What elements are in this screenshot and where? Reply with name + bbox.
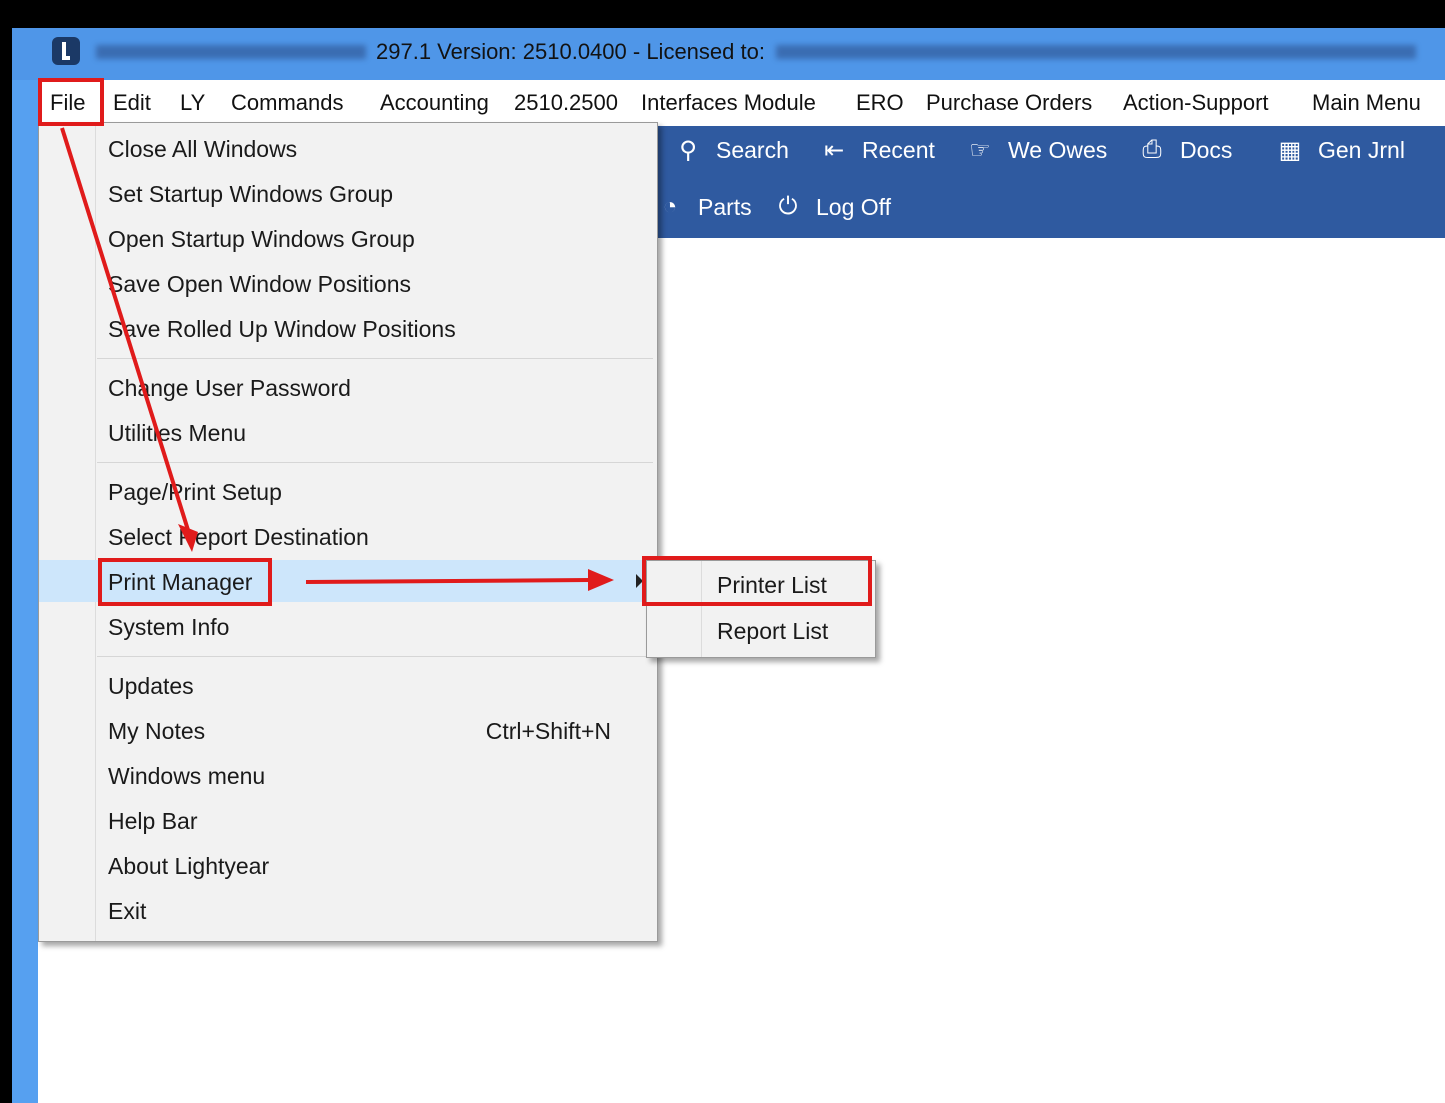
menu-item-label: Set Startup Windows Group bbox=[108, 181, 394, 207]
menu-item-label: Windows menu bbox=[108, 763, 266, 789]
toolbar-search-button[interactable]: ⚲ Search bbox=[674, 136, 789, 165]
menu-action-support[interactable]: Action-Support bbox=[1123, 90, 1269, 116]
menu-item-select-report-destination[interactable]: Select Report Destination bbox=[39, 515, 657, 557]
journal-icon: ▦ bbox=[1278, 137, 1302, 164]
submenu-item-report-list[interactable]: Report List bbox=[647, 609, 875, 653]
redacted-text bbox=[96, 45, 366, 59]
toolbar-docs-button[interactable]: ⎙ Docs bbox=[1138, 136, 1232, 164]
toolbar-label: Log Off bbox=[816, 193, 892, 220]
menu-item-about-lightyear[interactable]: About Lightyear bbox=[39, 844, 657, 886]
menu-item-shortcut: Ctrl+Shift+N bbox=[485, 718, 611, 744]
recent-icon: ⇤ bbox=[823, 137, 845, 164]
menu-commands[interactable]: Commands bbox=[231, 90, 343, 116]
menu-item-label: Open Startup Windows Group bbox=[108, 226, 415, 252]
menu-item-label: Select Report Destination bbox=[108, 524, 369, 550]
menu-item-system-info[interactable]: System Info bbox=[39, 605, 657, 647]
toolbar-label: We Owes bbox=[1008, 137, 1108, 163]
redacted-text bbox=[776, 45, 1416, 59]
submenu-item-label: Report List bbox=[717, 618, 829, 644]
menu-item-label: Close All Windows bbox=[108, 136, 298, 162]
menu-item-label: About Lightyear bbox=[108, 853, 270, 879]
menu-item-label: Save Rolled Up Window Positions bbox=[108, 316, 456, 342]
menu-item-windows-menu[interactable]: Windows menu bbox=[39, 754, 657, 796]
toolbar-label: Parts bbox=[698, 193, 752, 220]
toolbar-label: Search bbox=[716, 137, 789, 163]
toolbar-parts-button[interactable]: ◔ Parts bbox=[656, 193, 752, 221]
window-frame-left bbox=[12, 28, 38, 1103]
menu-item-close-all-windows[interactable]: Close All Windows bbox=[39, 127, 657, 169]
toolbar-gen-jrnl-button[interactable]: ▦ Gen Jrnl bbox=[1276, 136, 1405, 165]
menu-item-label: System Info bbox=[108, 614, 230, 640]
menu-item-exit[interactable]: Exit bbox=[39, 889, 657, 931]
parts-icon: ◔ bbox=[662, 193, 678, 220]
menu-item-label: Help Bar bbox=[108, 808, 198, 834]
menu-version[interactable]: 2510.2500 bbox=[514, 90, 618, 116]
menu-item-label: Exit bbox=[108, 898, 147, 924]
annotation-box-printer-list bbox=[642, 556, 872, 606]
menu-item-set-startup-windows-group[interactable]: Set Startup Windows Group bbox=[39, 172, 657, 214]
menu-item-label: Save Open Window Positions bbox=[108, 271, 411, 297]
toolbar-label: Gen Jrnl bbox=[1318, 137, 1405, 163]
we-owes-icon: ☞ bbox=[969, 137, 991, 164]
menu-item-updates[interactable]: Updates bbox=[39, 664, 657, 706]
annotation-box-file bbox=[38, 78, 104, 126]
menu-item-page-print-setup[interactable]: Page/Print Setup bbox=[39, 470, 657, 512]
menu-item-label: Utilities Menu bbox=[108, 420, 247, 446]
menu-ly[interactable]: LY bbox=[180, 90, 205, 116]
app-logo-icon bbox=[52, 37, 80, 65]
power-icon: ⏻ bbox=[778, 193, 798, 220]
menu-main-menu[interactable]: Main Menu bbox=[1312, 90, 1421, 116]
toolbar-recent-button[interactable]: ⇤ Recent bbox=[820, 136, 935, 165]
menu-purchase-orders[interactable]: Purchase Orders bbox=[926, 90, 1092, 116]
menu-item-open-startup-windows-group[interactable]: Open Startup Windows Group bbox=[39, 217, 657, 259]
menu-item-save-rolled-up-window-positions[interactable]: Save Rolled Up Window Positions bbox=[39, 307, 657, 349]
menu-accounting[interactable]: Accounting bbox=[380, 90, 489, 116]
annotation-box-print-manager bbox=[98, 558, 272, 606]
menu-item-label: Updates bbox=[108, 673, 194, 699]
menu-item-save-open-window-positions[interactable]: Save Open Window Positions bbox=[39, 262, 657, 304]
menu-separator bbox=[97, 462, 653, 463]
file-menu-dropdown: Close All Windows Set Startup Windows Gr… bbox=[38, 122, 658, 942]
menu-separator bbox=[97, 656, 653, 657]
toolbar-label: Docs bbox=[1180, 136, 1233, 163]
menu-bar: File Edit LY Commands Accounting 2510.25… bbox=[38, 80, 1445, 126]
menu-item-label: Page/Print Setup bbox=[108, 479, 282, 505]
menu-ero[interactable]: ERO bbox=[856, 90, 904, 116]
menu-item-label: My Notes bbox=[108, 718, 206, 744]
pdf-docs-icon: ⎙ bbox=[1142, 136, 1162, 163]
menu-item-my-notes[interactable]: My Notes Ctrl+Shift+N bbox=[39, 709, 657, 751]
toolbar-log-off-button[interactable]: ⏻ Log Off bbox=[774, 193, 892, 221]
toolbar-we-owes-button[interactable]: ☞ We Owes bbox=[966, 136, 1107, 165]
menu-item-label: Change User Password bbox=[108, 375, 351, 401]
title-bar: 297.1 Version: 2510.0400 - Licensed to: bbox=[12, 28, 1445, 80]
window-title: 297.1 Version: 2510.0400 - Licensed to: bbox=[376, 39, 765, 64]
menu-edit[interactable]: Edit bbox=[113, 90, 151, 116]
search-icon: ⚲ bbox=[679, 137, 697, 164]
menu-interfaces-module[interactable]: Interfaces Module bbox=[641, 90, 816, 116]
menu-item-help-bar[interactable]: Help Bar bbox=[39, 799, 657, 841]
menu-item-utilities-menu[interactable]: Utilities Menu bbox=[39, 411, 657, 453]
toolbar-label: Recent bbox=[862, 137, 935, 163]
menu-item-change-user-password[interactable]: Change User Password bbox=[39, 366, 657, 408]
menu-separator bbox=[97, 358, 653, 359]
